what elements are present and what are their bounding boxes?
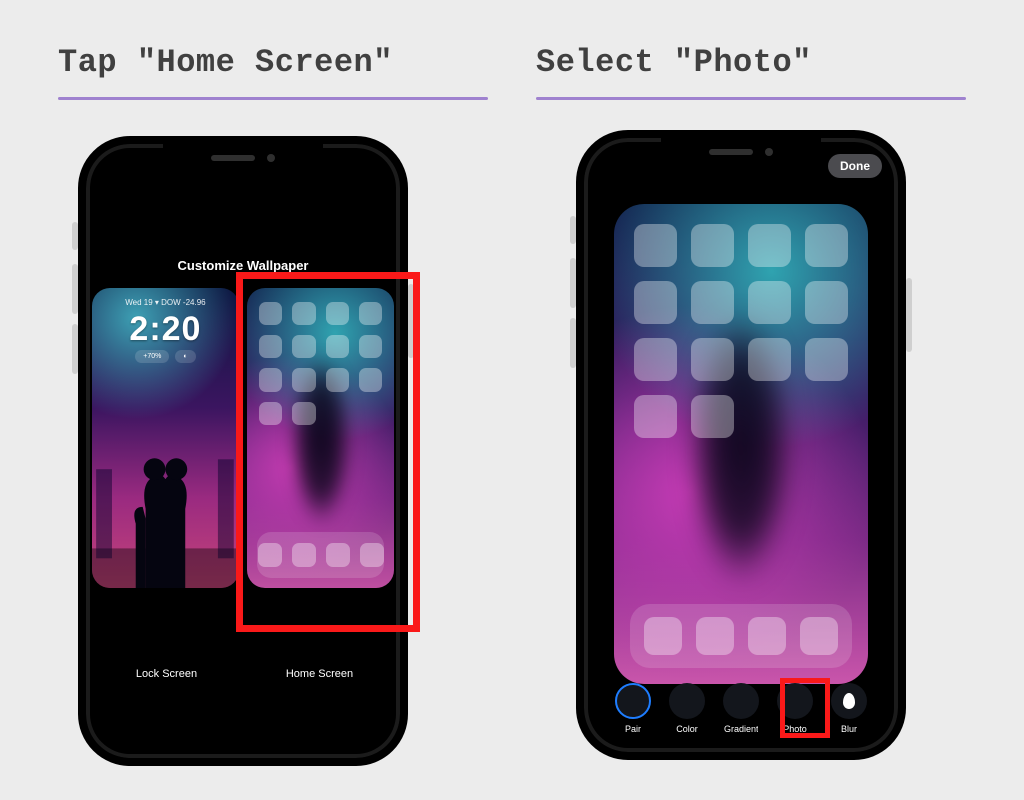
notch-icon — [661, 138, 821, 166]
wallpaper-art-icon — [92, 390, 239, 588]
app-icon — [805, 281, 848, 324]
app-icon — [805, 224, 848, 267]
app-icon — [292, 368, 315, 391]
app-icon — [748, 617, 786, 655]
option-blur[interactable]: Blur — [831, 683, 867, 734]
color-icon — [669, 683, 705, 719]
option-color[interactable]: Color — [669, 683, 705, 734]
app-icon — [326, 335, 349, 358]
option-label: Pair — [625, 724, 641, 734]
side-button-icon — [72, 222, 78, 250]
app-icon — [360, 543, 384, 567]
lock-screen-label: Lock Screen — [90, 668, 243, 680]
app-icon — [691, 224, 734, 267]
lock-screen-widget: ◐ — [175, 350, 195, 363]
side-button-icon — [408, 284, 414, 358]
option-photo[interactable]: Photo — [777, 683, 813, 734]
app-icon — [359, 302, 382, 325]
app-icon — [691, 338, 734, 381]
home-preview-app-grid — [259, 302, 382, 425]
step-2-title: Select "Photo" — [536, 44, 812, 81]
app-icon — [644, 617, 682, 655]
step-2-column: Select "Photo" Done — [536, 44, 966, 800]
side-button-icon — [570, 216, 576, 244]
side-button-icon — [570, 318, 576, 368]
app-icon — [258, 543, 282, 567]
app-icon — [259, 368, 282, 391]
side-button-icon — [906, 278, 912, 352]
app-icon — [292, 543, 316, 567]
speaker-icon — [709, 149, 753, 155]
side-button-icon — [570, 258, 576, 308]
side-button-icon — [72, 264, 78, 314]
lock-screen-widget: +70% — [135, 350, 169, 363]
home-screen-preview[interactable] — [247, 288, 394, 588]
app-icon — [292, 402, 315, 425]
wallpaper-source-options: Pair Color Gradient Photo Blur — [588, 683, 894, 734]
app-icon — [691, 281, 734, 324]
app-icon — [634, 338, 677, 381]
phone-screen-right: Done — [588, 142, 894, 748]
app-icon — [696, 617, 734, 655]
home-screen-large-preview[interactable] — [614, 204, 868, 684]
app-icon — [359, 368, 382, 391]
phone-screen-left: Customize Wallpaper Wed 19 ▾ DOW -24.96 … — [90, 148, 396, 754]
step-1-title: Tap "Home Screen" — [58, 44, 393, 81]
gradient-icon — [723, 683, 759, 719]
pair-icon — [615, 683, 651, 719]
home-screen-label: Home Screen — [243, 668, 396, 680]
lock-screen-date-widget: Wed 19 ▾ DOW -24.96 — [92, 298, 239, 307]
option-label: Gradient — [724, 724, 758, 734]
app-icon — [805, 338, 848, 381]
app-icon — [359, 335, 382, 358]
app-icon — [748, 338, 791, 381]
photo-icon — [777, 683, 813, 719]
step-1-column: Tap "Home Screen" Customize Wallpaper We… — [58, 44, 488, 800]
app-icon — [259, 302, 282, 325]
home-preview-dock — [257, 532, 384, 578]
app-icon — [634, 281, 677, 324]
step-1-divider — [58, 97, 488, 100]
home-dock — [630, 604, 852, 668]
camera-icon — [267, 154, 275, 162]
notch-icon — [163, 144, 323, 172]
step-2-divider — [536, 97, 966, 100]
home-app-grid — [634, 224, 848, 438]
side-button-icon — [72, 324, 78, 374]
lock-screen-preview[interactable]: Wed 19 ▾ DOW -24.96 2:20 +70% ◐ — [92, 288, 239, 588]
option-label: Blur — [841, 724, 857, 734]
blur-icon — [831, 683, 867, 719]
app-icon — [259, 402, 282, 425]
app-icon — [292, 335, 315, 358]
camera-icon — [765, 148, 773, 156]
app-icon — [634, 224, 677, 267]
app-icon — [800, 617, 838, 655]
speaker-icon — [211, 155, 255, 161]
phone-mock-right: Done — [576, 130, 906, 760]
option-label: Photo — [783, 724, 807, 734]
app-icon — [326, 302, 349, 325]
option-gradient[interactable]: Gradient — [723, 683, 759, 734]
app-icon — [292, 302, 315, 325]
phone-mock-left: Customize Wallpaper Wed 19 ▾ DOW -24.96 … — [78, 136, 408, 766]
app-icon — [326, 368, 349, 391]
lock-screen-widgets: +70% ◐ — [92, 350, 239, 363]
customize-wallpaper-title: Customize Wallpaper — [90, 258, 396, 273]
lock-screen-clock: 2:20 — [92, 310, 239, 349]
app-icon — [748, 224, 791, 267]
drop-icon — [843, 693, 855, 709]
app-icon — [259, 335, 282, 358]
app-icon — [634, 395, 677, 438]
app-icon — [326, 543, 350, 567]
option-pair[interactable]: Pair — [615, 683, 651, 734]
option-label: Color — [676, 724, 698, 734]
done-button[interactable]: Done — [828, 154, 882, 178]
app-icon — [748, 281, 791, 324]
wallpaper-previews-row: Wed 19 ▾ DOW -24.96 2:20 +70% ◐ — [90, 288, 396, 654]
app-icon — [691, 395, 734, 438]
